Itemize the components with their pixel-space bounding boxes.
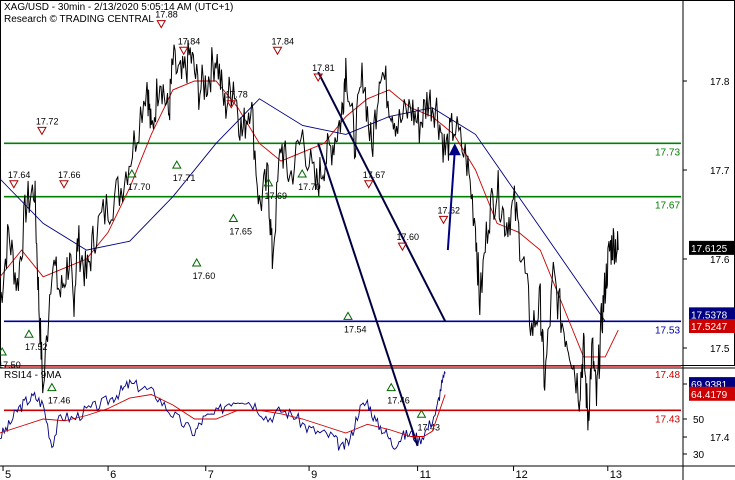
ma-line-fast	[0, 80, 619, 358]
low-marker-17.46	[386, 382, 397, 392]
high-marker-17.67	[363, 180, 374, 189]
low-marker-label-17.60: 17.60	[193, 271, 216, 281]
high-marker-label-17.81: 17.81	[312, 63, 335, 73]
level-label-17.73: 17.73	[655, 147, 680, 158]
main-panel-border	[0, 0, 735, 366]
high-marker-label-17.78: 17.78	[225, 90, 248, 100]
level-label-17.67: 17.67	[655, 201, 680, 212]
time-tick-11: 11	[420, 469, 431, 480]
forecast-arrow-head	[448, 143, 461, 156]
low-marker-label-17.46: 17.46	[387, 396, 410, 406]
low-marker-17.54	[343, 311, 353, 320]
high-marker-label-17.60: 17.60	[396, 232, 419, 242]
time-tick-13: 13	[610, 469, 622, 480]
low-marker-17.52	[24, 329, 34, 338]
high-marker-17.62	[438, 215, 449, 225]
low-marker-label-17.50: 17.50	[0, 360, 21, 370]
time-tick-6: 6	[110, 469, 116, 480]
rsi-label: RSI14 - 9MA	[4, 370, 62, 381]
price-tags: 17.612517.537817.5247	[689, 240, 735, 334]
rsi-tick-50: 50	[693, 415, 705, 426]
high-marker-label-17.72: 17.72	[36, 116, 59, 126]
price-tick-17.6: 17.6	[710, 255, 730, 266]
rsi-tick-30: 30	[693, 450, 705, 461]
time-tick-5: 5	[5, 469, 11, 480]
moving-averages	[0, 80, 619, 358]
high-marker-label-17.64: 17.64	[8, 170, 31, 180]
ma-line-slow	[0, 98, 619, 322]
high-marker-17.84	[178, 46, 189, 56]
low-marker-label-17.46: 17.46	[48, 396, 71, 406]
price-tick-17.5: 17.5	[710, 344, 730, 355]
price-chart: 17.7317.6717.5317.4817.43 17.5017.6417.5…	[0, 0, 735, 480]
turning-point-markers: 17.50 17.64 17.52 17.72 17.46 17.66 17.70 17.88…	[0, 10, 461, 432]
high-marker-label-17.67: 17.67	[363, 170, 386, 180]
low-marker-17.43	[416, 409, 427, 418]
price-tag-text-17.5247: 17.5247	[691, 322, 728, 333]
main-panel	[0, 0, 735, 480]
high-marker-label-17.84: 17.84	[272, 36, 295, 46]
price-tag-text-17.6125: 17.6125	[691, 244, 728, 255]
low-marker-17.70	[297, 168, 308, 178]
low-marker-label-17.54: 17.54	[344, 324, 367, 334]
high-marker-label-17.88: 17.88	[155, 10, 178, 20]
high-marker-label-17.62: 17.62	[438, 205, 461, 215]
low-marker-17.60	[191, 257, 202, 267]
low-marker-label-17.71: 17.71	[173, 173, 196, 183]
level-label-17.48: 17.48	[655, 370, 680, 381]
low-marker-label-17.70: 17.70	[128, 182, 151, 192]
time-tick-9: 9	[311, 469, 317, 480]
time-axis: 5 6 7 9 11 12 13	[2, 466, 622, 480]
level-label-17.43: 17.43	[655, 414, 680, 425]
high-marker-17.88	[156, 20, 167, 29]
price-tick-17.4: 17.4	[710, 433, 730, 444]
rsi-tag-text-64.4179: 64.4179	[691, 390, 728, 401]
low-marker-label-17.69: 17.69	[264, 191, 287, 201]
price-tick-17.8: 17.8	[710, 77, 730, 88]
low-marker-label-17.52: 17.52	[25, 342, 48, 352]
low-marker-label-17.65: 17.65	[229, 227, 252, 237]
level-label-17.53: 17.53	[655, 325, 680, 336]
high-marker-label-17.84: 17.84	[178, 36, 201, 46]
high-marker-17.84	[272, 46, 283, 56]
trend-channel	[317, 71, 447, 447]
high-marker-17.66	[59, 180, 69, 189]
price-series	[0, 39, 619, 431]
forecast-arrow-shaft	[446, 151, 456, 251]
low-marker-17.65	[228, 213, 239, 222]
time-tick-7: 7	[208, 469, 214, 480]
high-marker-17.64	[8, 180, 19, 189]
low-marker-17.71	[171, 160, 182, 169]
price-line	[0, 39, 619, 431]
high-marker-17.72	[37, 126, 47, 136]
price-tick-17.7: 17.7	[710, 166, 730, 177]
rsi-panel: RSI14 - 9MA70503069.938164.4179	[0, 370, 735, 461]
low-marker-label-17.70: 17.70	[298, 182, 321, 192]
low-marker-17.46	[47, 382, 57, 392]
high-marker-label-17.66: 17.66	[58, 170, 81, 180]
time-tick-12: 12	[516, 469, 528, 480]
